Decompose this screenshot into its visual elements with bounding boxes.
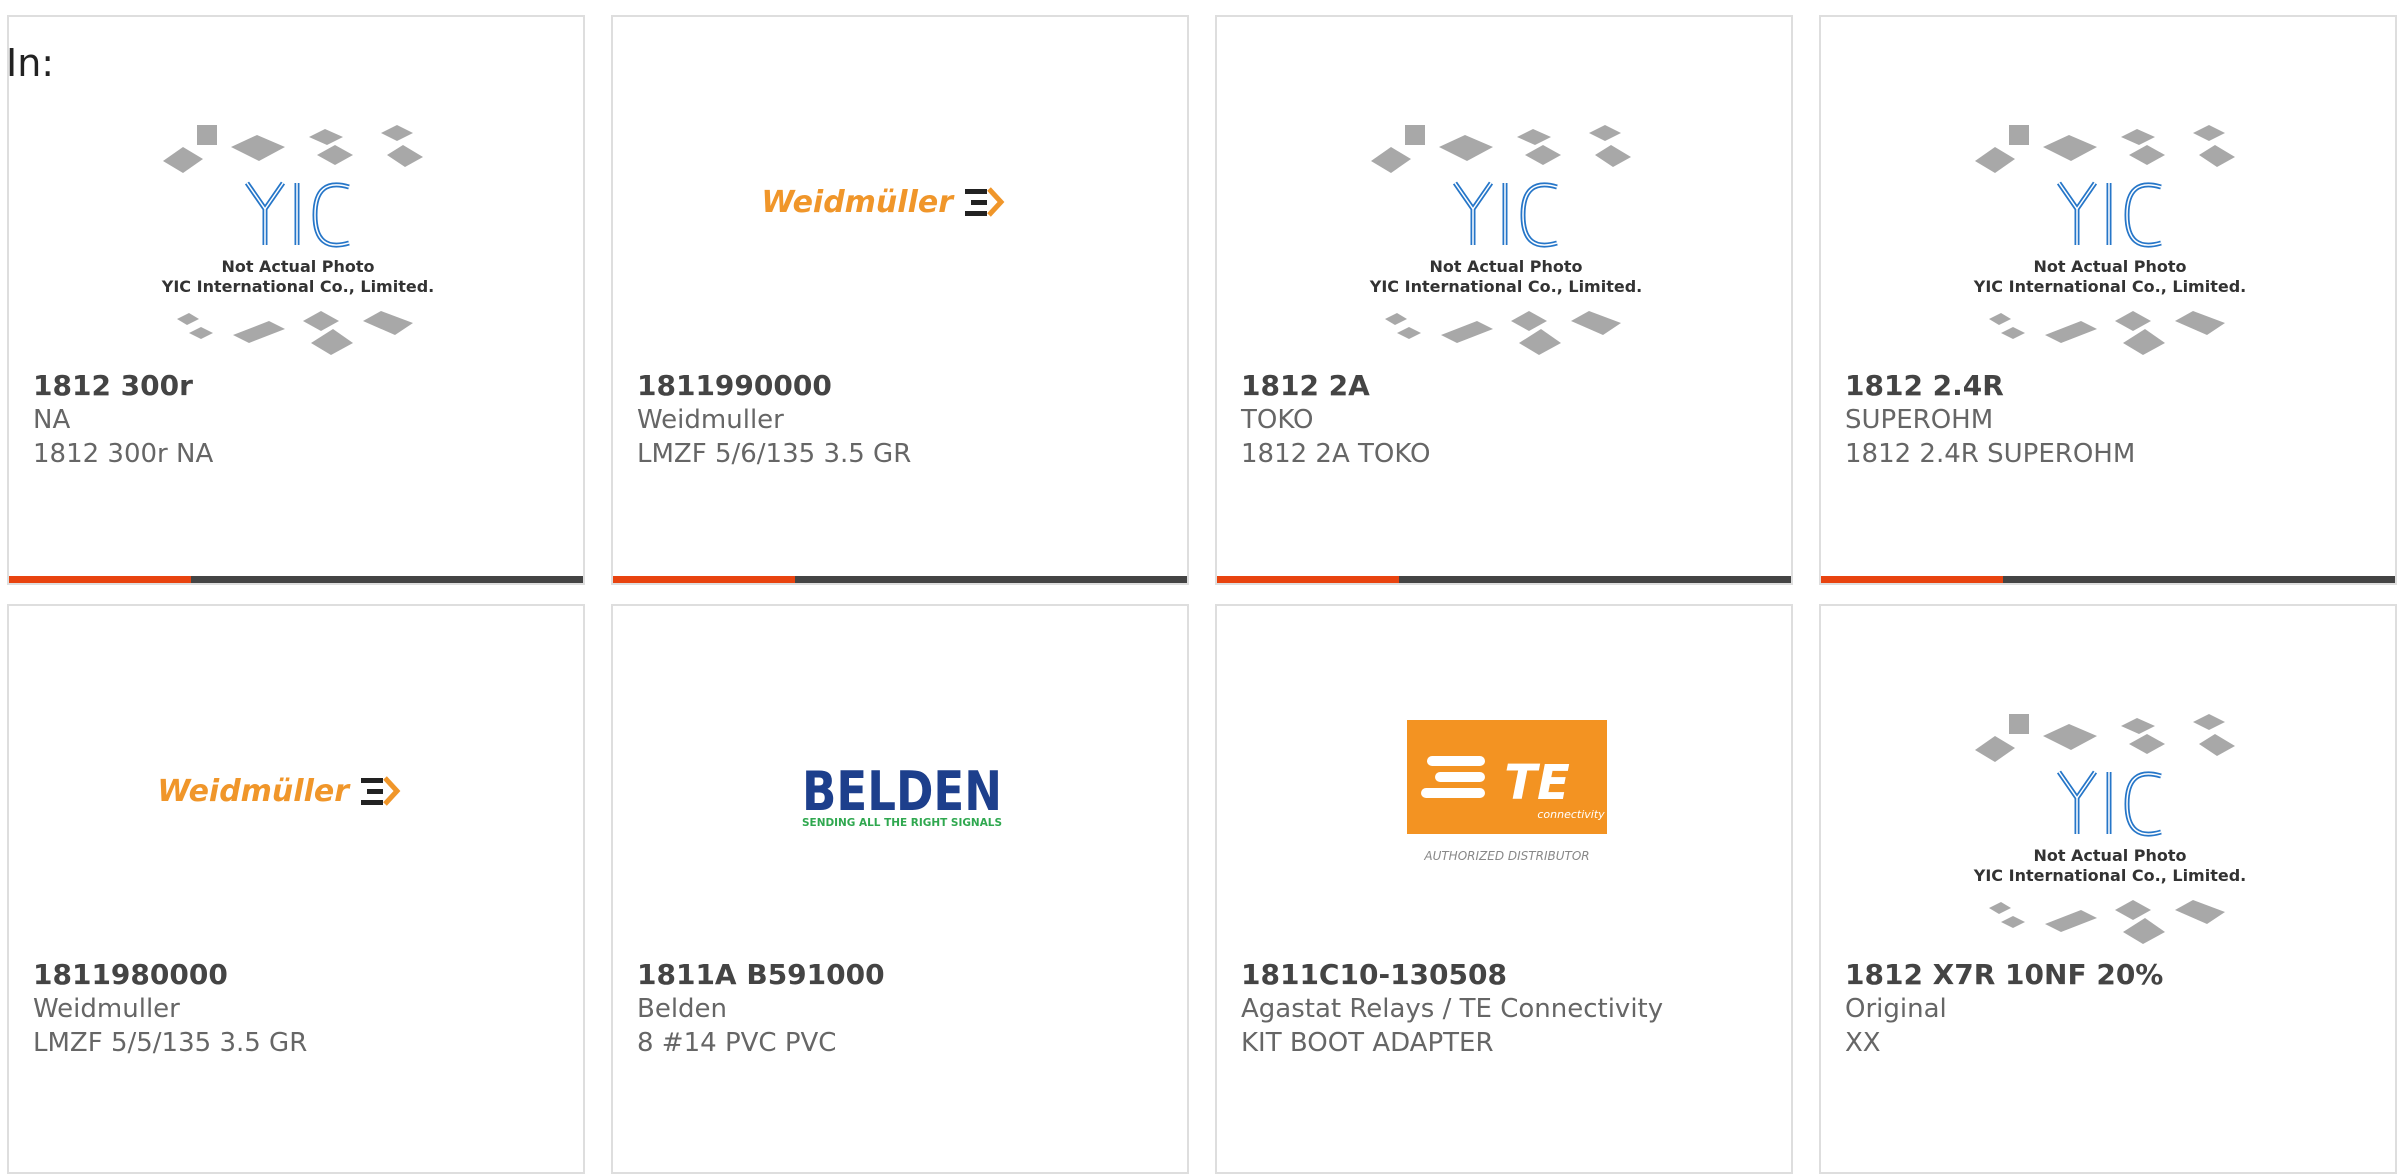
weidmuller-logo-icon: Weidmüller [761,185,1005,220]
description: 1812 2.4R SUPEROHM [1845,439,2136,469]
weidmuller-logo-text: Weidmüller [761,185,955,220]
product-card[interactable]: Weidmüller 1811980000 Weidmuller LMZF 5/… [7,604,585,1174]
description: 1812 300r NA [33,439,214,469]
card-bar [1821,576,2395,583]
part-number-link[interactable]: 1812 2A [1241,369,1775,403]
te-logo-text: TE [1504,755,1570,811]
description: KIT BOOT ADAPTER [1241,1028,1494,1058]
part-number-link[interactable]: 1812 300r [33,369,567,403]
placeholder-text: Not Actual Photo [1429,257,1582,276]
product-card[interactable]: Not Actual Photo YIC International Co., … [7,15,585,585]
part-number-link[interactable]: 1811A B591000 [637,958,1171,992]
product-image[interactable]: Weidmüller [613,97,1187,357]
product-card[interactable]: Not Actual Photo YIC International Co., … [1819,15,2397,585]
product-image[interactable]: Not Actual Photo YIC International Co., … [1821,97,2395,357]
placeholder-text: Not Actual Photo [2033,257,2186,276]
product-image[interactable]: Weidmüller [9,686,583,946]
product-card[interactable]: TE connectivity AUTHORIZED DISTRIBUTOR 1… [1215,604,1793,1174]
part-number-link[interactable]: 1812 X7R 10NF 20% [1845,958,2379,992]
weidmuller-logo-icon: Weidmüller [157,774,401,809]
part-number-link[interactable]: 1811990000 [637,369,1171,403]
placeholder-text: YIC International Co., Limited. [1973,866,2246,885]
description: LMZF 5/5/135 3.5 GR [33,1028,308,1058]
belden-logo-icon: BELDEN SENDING ALL THE RIGHT SIGNALS [802,760,1002,829]
yic-placeholder-icon: Not Actual Photo YIC International Co., … [1973,714,2246,944]
description: LMZF 5/6/135 3.5 GR [637,439,912,469]
product-card[interactable]: Not Actual Photo YIC International Co., … [1819,604,2397,1174]
filter-label: In: [6,41,55,85]
product-card[interactable]: Weidmüller 1811990000 Weidmuller LMZF 5/… [611,15,1189,585]
manufacturer: Agastat Relays / TE Connectivity [1241,994,1664,1024]
belden-logo-text: BELDEN [802,760,1002,823]
yic-placeholder-icon: Not Actual Photo YIC International Co., … [1369,125,1642,355]
placeholder-text: Not Actual Photo [2033,846,2186,865]
yic-placeholder-icon: Not Actual Photo YIC International Co., … [1973,125,2246,355]
manufacturer: SUPEROHM [1845,405,1994,435]
manufacturer: TOKO [1241,405,1314,435]
product-image[interactable]: TE connectivity AUTHORIZED DISTRIBUTOR [1217,686,1791,946]
product-image[interactable]: BELDEN SENDING ALL THE RIGHT SIGNALS [613,686,1187,946]
weidmuller-logo-text: Weidmüller [157,774,351,809]
belden-tagline: SENDING ALL THE RIGHT SIGNALS [802,816,1002,829]
manufacturer: Belden [637,994,728,1024]
description: XX [1845,1028,1881,1058]
description: 8 #14 PVC PVC [637,1028,837,1058]
part-number-link[interactable]: 1812 2.4R [1845,369,2379,403]
placeholder-text: YIC International Co., Limited. [161,277,434,296]
product-image[interactable]: Not Actual Photo YIC International Co., … [9,97,583,357]
part-number-link[interactable]: 1811980000 [33,958,567,992]
yic-placeholder-icon: Not Actual Photo YIC International Co., … [161,125,434,355]
product-card[interactable]: BELDEN SENDING ALL THE RIGHT SIGNALS 181… [611,604,1189,1174]
placeholder-text: YIC International Co., Limited. [1973,277,2246,296]
part-number-link[interactable]: 1811C10-130508 [1241,958,1775,992]
manufacturer: NA [33,405,71,435]
manufacturer: Weidmuller [33,994,180,1024]
manufacturer: Original [1845,994,1947,1024]
product-card[interactable]: Not Actual Photo YIC International Co., … [1215,15,1793,585]
manufacturer: Weidmuller [637,405,784,435]
product-image[interactable]: Not Actual Photo YIC International Co., … [1217,97,1791,357]
te-authorized-text: AUTHORIZED DISTRIBUTOR [1423,849,1589,863]
card-bar [613,576,1187,583]
placeholder-text: YIC International Co., Limited. [1369,277,1642,296]
card-bar [1217,576,1791,583]
te-logo-icon: TE connectivity AUTHORIZED DISTRIBUTOR [1407,720,1607,863]
product-image[interactable]: Not Actual Photo YIC International Co., … [1821,686,2395,946]
card-bar [9,576,583,583]
placeholder-text: Not Actual Photo [221,257,374,276]
te-logo-sub: connectivity [1537,808,1605,821]
description: 1812 2A TOKO [1241,439,1431,469]
